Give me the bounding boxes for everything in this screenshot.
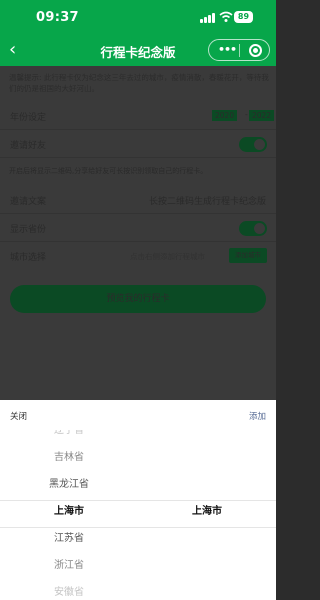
- notice-text: 温馨提示: 此行程卡仅为纪念这三年去过的城市，疫情消散，春暖花开，等待我们的仍是…: [9, 73, 269, 93]
- close-mini-program-icon[interactable]: [249, 44, 262, 57]
- province-option[interactable]: 上海市: [0, 498, 138, 525]
- city-input[interactable]: 点击右侧添加行程城市: [130, 251, 205, 262]
- preview-button[interactable]: 预览我的行程卡: [10, 285, 266, 313]
- battery-icon: 89: [234, 11, 253, 23]
- city-option[interactable]: 上海市: [138, 498, 276, 525]
- province-option[interactable]: 辽宁省: [0, 430, 138, 444]
- picker-add-button[interactable]: 添加: [249, 410, 266, 422]
- invite-text-label: 邀请文案: [10, 197, 47, 207]
- header: 09:37 89 ‹ 行程卡纪念版 •••: [0, 0, 276, 66]
- show-province-label: 显示省份: [10, 225, 47, 235]
- picker-header: 关闭 添加: [0, 400, 276, 430]
- province-option[interactable]: 吉林省: [0, 444, 138, 471]
- province-option[interactable]: 江苏省: [0, 525, 138, 552]
- year-start-picker[interactable]: 2020: [212, 110, 238, 121]
- show-province-row: 显示省份: [0, 214, 276, 242]
- more-icon[interactable]: •••: [218, 44, 237, 56]
- page-content: 温馨提示: 此行程卡仅为纪念这三年去过的城市，疫情消散，春暖花开，等待我们的仍是…: [0, 66, 276, 400]
- invite-label: 邀请好友: [10, 141, 47, 151]
- province-option[interactable]: 浙江省: [0, 552, 138, 579]
- invite-text-value[interactable]: 长按二维码生成行程卡纪念版: [149, 194, 266, 207]
- province-column[interactable]: 辽宁省 吉林省 黑龙江省 上海市 江苏省 浙江省 安徽省: [0, 430, 138, 600]
- city-picker-sheet: 关闭 添加 辽宁省 吉林省 黑龙江省 上海市 江苏省 浙江省 安徽省 上海市: [0, 400, 276, 600]
- wifi-icon: [219, 11, 233, 22]
- invite-hint: 开启后将显示二维码,分享给好友可长按识别领取自己的行程卡。: [9, 167, 208, 175]
- status-bar: 09:37 89: [0, 0, 276, 36]
- province-option[interactable]: 安徽省: [0, 579, 138, 600]
- signal-icon: [200, 13, 216, 23]
- province-option[interactable]: 黑龙江省: [0, 471, 138, 498]
- invite-text-row: 邀请文案 长按二维码生成行程卡纪念版: [0, 186, 276, 214]
- year-row: 年份设定 2020 - 2022: [0, 102, 276, 130]
- year-separator: -: [245, 110, 248, 119]
- invite-toggle[interactable]: [239, 137, 267, 152]
- invite-row: 邀请好友: [0, 130, 276, 158]
- status-time: 09:37: [36, 10, 79, 25]
- show-province-toggle[interactable]: [239, 221, 267, 236]
- add-city-button[interactable]: 添加城市: [229, 248, 267, 263]
- nav-bar: ‹ 行程卡纪念版 •••: [0, 36, 276, 66]
- city-column[interactable]: 上海市: [138, 430, 276, 600]
- city-select-label: 城市选择: [10, 253, 47, 263]
- year-end-picker[interactable]: 2022: [249, 110, 275, 121]
- capsule-divider: [239, 44, 240, 57]
- picker-close-button[interactable]: 关闭: [10, 410, 27, 422]
- mini-program-capsule: •••: [208, 39, 270, 61]
- year-label: 年份设定: [10, 113, 47, 123]
- city-select-row: 城市选择 点击右侧添加行程城市 添加城市: [0, 242, 276, 270]
